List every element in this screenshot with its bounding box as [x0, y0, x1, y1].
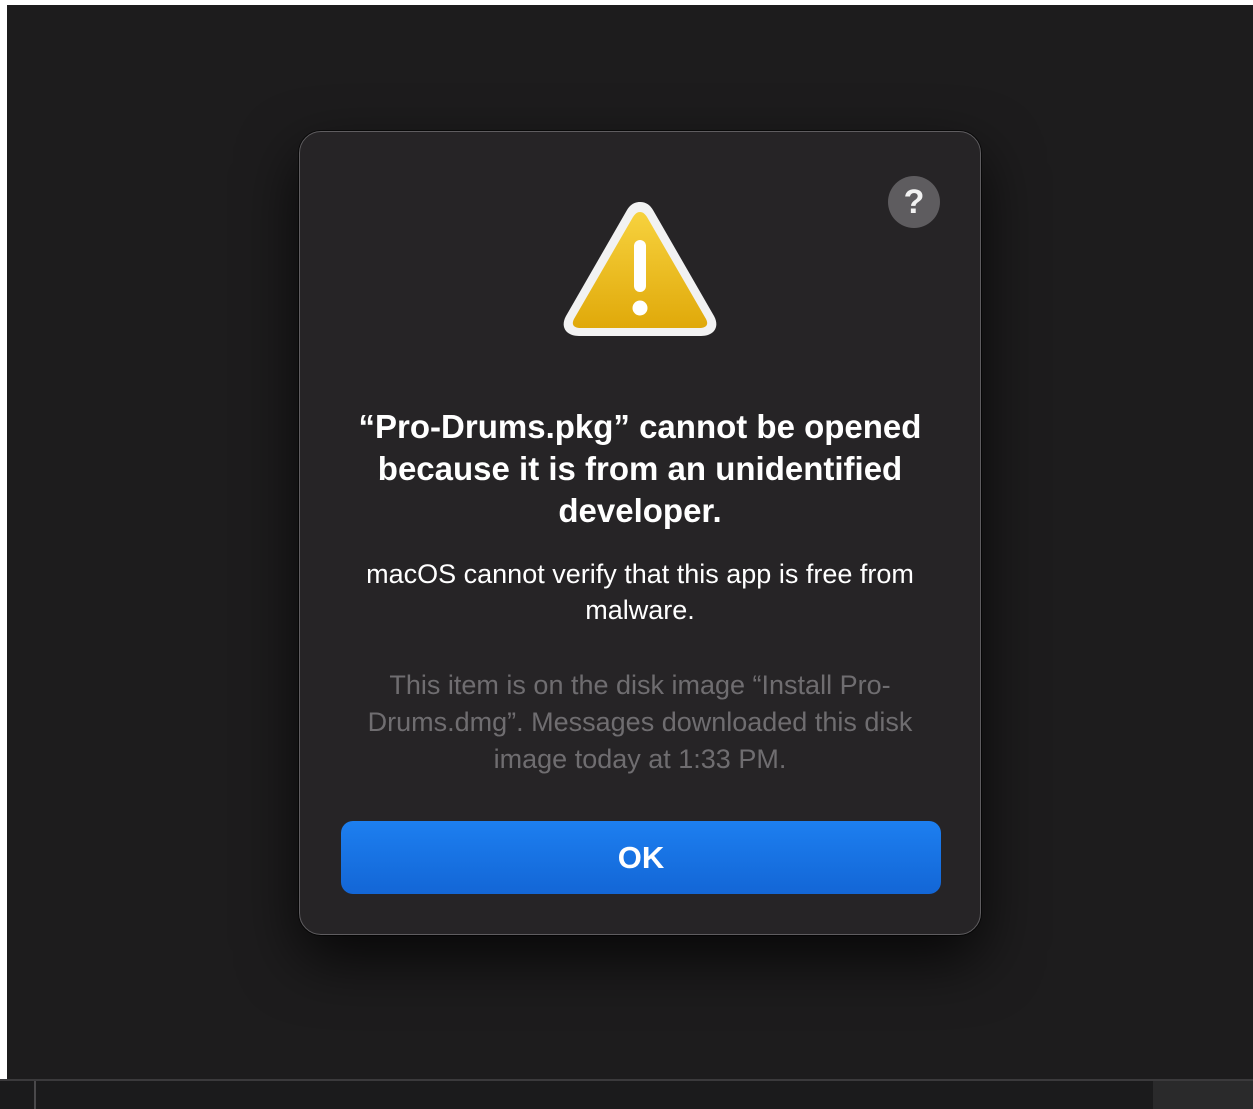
bottom-bar-divider	[34, 1081, 36, 1109]
dialog-message: macOS cannot verify that this app is fre…	[366, 559, 914, 625]
help-button[interactable]: ?	[888, 176, 940, 228]
help-icon: ?	[903, 183, 925, 221]
dialog-info-text: This item is on the disk image “Install …	[367, 670, 913, 774]
ok-button[interactable]: OK	[341, 821, 941, 894]
bottom-bar	[0, 1079, 1253, 1109]
alert-dialog: ? “Pro-Drums.pkg” cannot be opened becau…	[299, 131, 981, 935]
bottom-bar-right-region	[1153, 1081, 1253, 1109]
dialog-title: “Pro-Drums.pkg” cannot be opened because…	[358, 408, 922, 529]
warning-icon	[563, 202, 717, 336]
